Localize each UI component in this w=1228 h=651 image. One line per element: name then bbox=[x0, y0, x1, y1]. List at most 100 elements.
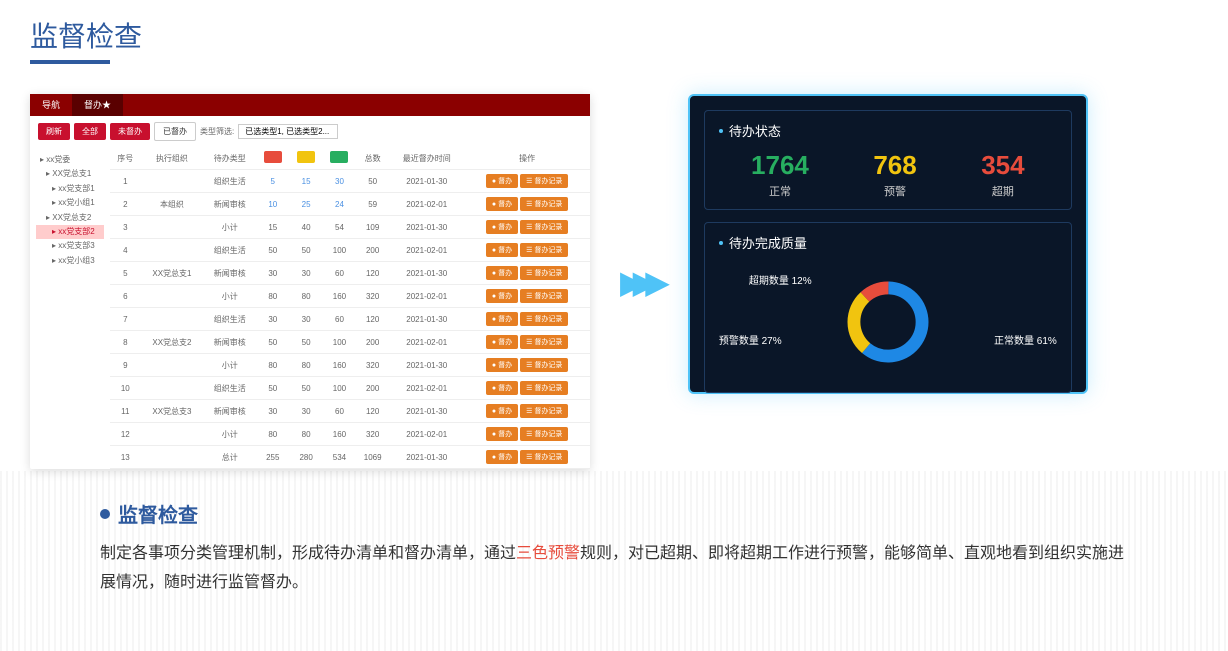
cell-actions: ● 督办☰ 督办记录 bbox=[464, 170, 590, 193]
cell-yellow: 40 bbox=[289, 216, 322, 239]
tab-supervise[interactable]: 督办★ bbox=[72, 94, 123, 116]
tree-item[interactable]: ▸ xx党小组3 bbox=[36, 254, 104, 268]
desc-text: 制定各事项分类管理机制，形成待办清单和督办清单，通过三色预警规则，对已超期、即将… bbox=[100, 540, 1128, 598]
status-title: 待办状态 bbox=[719, 121, 1057, 140]
supervise-button[interactable]: ● 督办 bbox=[486, 404, 518, 418]
record-button[interactable]: ☰ 督办记录 bbox=[520, 450, 568, 464]
supervise-button[interactable]: ● 督办 bbox=[486, 381, 518, 395]
cell-org bbox=[141, 170, 204, 193]
cell-org: XX党总支3 bbox=[141, 400, 204, 423]
pending-button[interactable]: 未督办 bbox=[110, 123, 150, 140]
cell-idx: 9 bbox=[110, 354, 141, 377]
cell-time: 2021-02-01 bbox=[389, 377, 464, 400]
cell-total: 200 bbox=[356, 331, 389, 354]
cell-green: 100 bbox=[323, 239, 356, 262]
chart-label-normal: 正常数量 61% bbox=[994, 332, 1057, 347]
record-button[interactable]: ☰ 督办记录 bbox=[520, 289, 568, 303]
done-button[interactable]: 已督办 bbox=[154, 122, 196, 141]
cell-red: 30 bbox=[256, 308, 289, 331]
table-header-cell bbox=[323, 147, 356, 170]
cell-type: 小计 bbox=[203, 216, 256, 239]
supervise-button[interactable]: ● 督办 bbox=[486, 358, 518, 372]
supervise-button[interactable]: ● 督办 bbox=[486, 243, 518, 257]
table-row: 13总计25528053410692021-01-30● 督办☰ 督办记录 bbox=[110, 446, 590, 469]
record-button[interactable]: ☰ 督办记录 bbox=[520, 220, 568, 234]
table-header-cell: 执行组织 bbox=[141, 147, 204, 170]
cell-time: 2021-01-30 bbox=[389, 354, 464, 377]
cell-green[interactable]: 30 bbox=[323, 170, 356, 193]
filter-label: 类型筛选: bbox=[200, 126, 234, 137]
cell-red: 255 bbox=[256, 446, 289, 469]
supervise-button[interactable]: ● 督办 bbox=[486, 174, 518, 188]
cell-green: 100 bbox=[323, 331, 356, 354]
description-section: 监督检查 制定各事项分类管理机制，形成待办清单和督办清单，通过三色预警规则，对已… bbox=[0, 479, 1228, 618]
cell-time: 2021-01-30 bbox=[389, 446, 464, 469]
tree-item[interactable]: ▸ XX党总支2 bbox=[36, 211, 104, 225]
table-row: 5XX党总支1新闻审核3030601202021-01-30● 督办☰ 督办记录 bbox=[110, 262, 590, 285]
cell-total: 120 bbox=[356, 308, 389, 331]
tree-item[interactable]: ▸ xx党支部2 bbox=[36, 225, 104, 239]
cell-org bbox=[141, 377, 204, 400]
cell-org bbox=[141, 308, 204, 331]
cell-red[interactable]: 10 bbox=[256, 193, 289, 216]
tree-item[interactable]: ▸ xx党支部1 bbox=[36, 182, 104, 196]
cell-yellow[interactable]: 15 bbox=[289, 170, 322, 193]
record-button[interactable]: ☰ 督办记录 bbox=[520, 174, 568, 188]
record-button[interactable]: ☰ 督办记录 bbox=[520, 243, 568, 257]
cell-type: 小计 bbox=[203, 285, 256, 308]
cell-type: 组织生活 bbox=[203, 308, 256, 331]
record-button[interactable]: ☰ 督办记录 bbox=[520, 197, 568, 211]
tree-item[interactable]: ▸ xx党支部3 bbox=[36, 239, 104, 253]
all-button[interactable]: 全部 bbox=[74, 123, 106, 140]
filter-input[interactable] bbox=[238, 124, 338, 139]
supervise-button[interactable]: ● 督办 bbox=[486, 427, 518, 441]
table-row: 3小计1540541092021-01-30● 督办☰ 督办记录 bbox=[110, 216, 590, 239]
cell-green: 60 bbox=[323, 308, 356, 331]
supervise-button[interactable]: ● 督办 bbox=[486, 220, 518, 234]
toolbar: 刷新 全部 未督办 已督办 类型筛选: bbox=[30, 116, 590, 147]
cell-type: 组织生活 bbox=[203, 239, 256, 262]
desc-before: 制定各事项分类管理机制，形成待办清单和督办清单，通过 bbox=[100, 545, 516, 562]
tree-item[interactable]: ▸ xx党小组1 bbox=[36, 196, 104, 210]
cell-time: 2021-01-30 bbox=[389, 400, 464, 423]
cell-red[interactable]: 5 bbox=[256, 170, 289, 193]
cell-yellow: 30 bbox=[289, 400, 322, 423]
stat-label: 预警 bbox=[873, 183, 916, 199]
cell-yellow[interactable]: 25 bbox=[289, 193, 322, 216]
record-button[interactable]: ☰ 督办记录 bbox=[520, 404, 568, 418]
supervise-button[interactable]: ● 督办 bbox=[486, 197, 518, 211]
cell-idx: 11 bbox=[110, 400, 141, 423]
cell-idx: 1 bbox=[110, 170, 141, 193]
record-button[interactable]: ☰ 督办记录 bbox=[520, 266, 568, 280]
supervise-button[interactable]: ● 督办 bbox=[486, 266, 518, 280]
supervise-button[interactable]: ● 督办 bbox=[486, 289, 518, 303]
table-header-cell: 序号 bbox=[110, 147, 141, 170]
app-tabs: 导航 督办★ bbox=[30, 94, 590, 116]
record-button[interactable]: ☰ 督办记录 bbox=[520, 312, 568, 326]
cell-type: 小计 bbox=[203, 354, 256, 377]
cell-green[interactable]: 24 bbox=[323, 193, 356, 216]
cell-time: 2021-02-01 bbox=[389, 239, 464, 262]
supervise-button[interactable]: ● 督办 bbox=[486, 335, 518, 349]
table-header-cell: 总数 bbox=[356, 147, 389, 170]
cell-actions: ● 督办☰ 督办记录 bbox=[464, 262, 590, 285]
cell-type: 新闻审核 bbox=[203, 193, 256, 216]
tree-item[interactable]: ▸ XX党总支1 bbox=[36, 167, 104, 181]
supervise-button[interactable]: ● 督办 bbox=[486, 450, 518, 464]
table-header-cell bbox=[289, 147, 322, 170]
supervise-button[interactable]: ● 督办 bbox=[486, 312, 518, 326]
cell-green: 60 bbox=[323, 400, 356, 423]
refresh-button[interactable]: 刷新 bbox=[38, 123, 70, 140]
record-button[interactable]: ☰ 督办记录 bbox=[520, 335, 568, 349]
cell-idx: 13 bbox=[110, 446, 141, 469]
tab-nav[interactable]: 导航 bbox=[30, 94, 72, 116]
tree-item[interactable]: ▸ xx党委 bbox=[36, 153, 104, 167]
cell-total: 1069 bbox=[356, 446, 389, 469]
cell-red: 80 bbox=[256, 285, 289, 308]
cell-actions: ● 督办☰ 督办记录 bbox=[464, 239, 590, 262]
cell-red: 80 bbox=[256, 423, 289, 446]
record-button[interactable]: ☰ 督办记录 bbox=[520, 427, 568, 441]
cell-green: 160 bbox=[323, 354, 356, 377]
record-button[interactable]: ☰ 督办记录 bbox=[520, 381, 568, 395]
record-button[interactable]: ☰ 督办记录 bbox=[520, 358, 568, 372]
